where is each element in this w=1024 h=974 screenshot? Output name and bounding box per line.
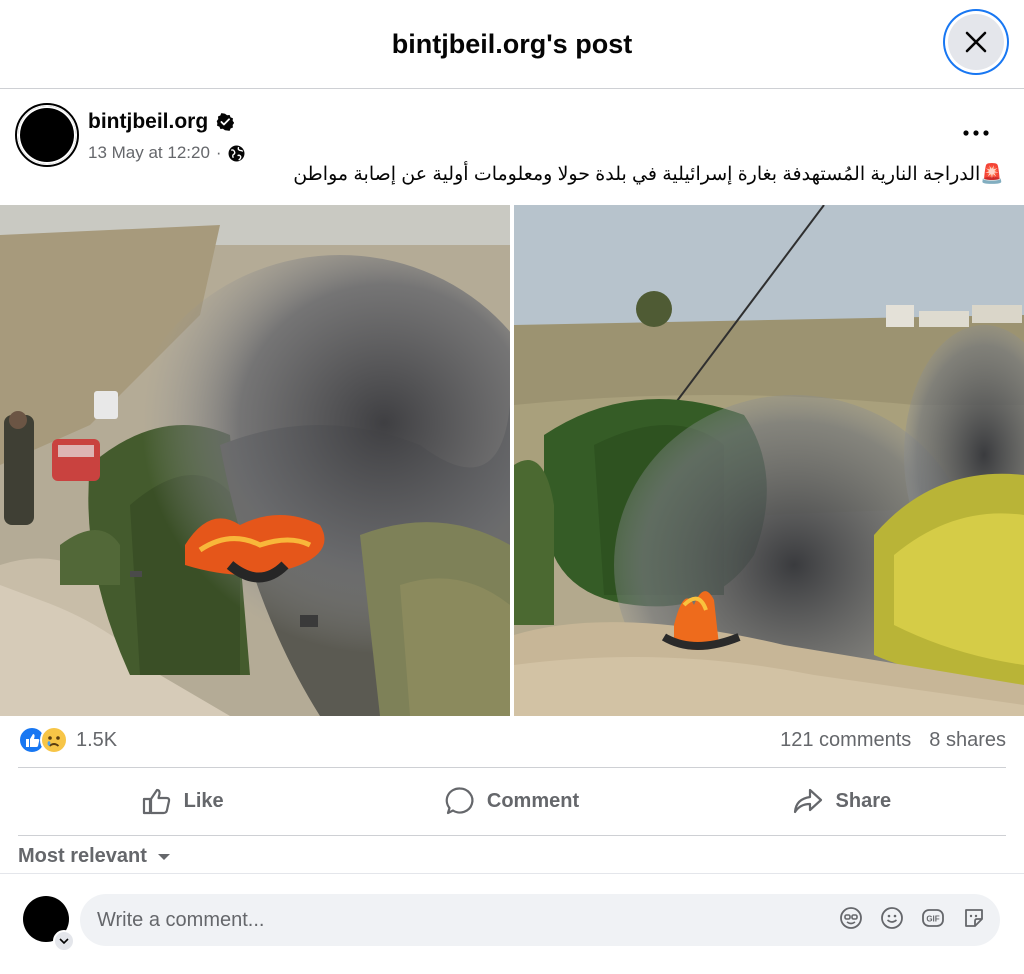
like-label: Like xyxy=(183,789,224,812)
sticker-face-icon[interactable] xyxy=(839,906,863,930)
svg-text:GIF: GIF xyxy=(926,915,939,924)
photo-right-image xyxy=(514,205,1024,716)
shares-count[interactable]: 8 shares xyxy=(929,729,1006,752)
sticker-icon[interactable] xyxy=(962,906,986,930)
gif-icon[interactable]: GIF xyxy=(921,906,945,930)
meta-separator: · xyxy=(215,143,222,162)
comments-count[interactable]: 121 comments xyxy=(780,729,911,752)
comment-composer: GIF xyxy=(0,873,1024,974)
reactions-count: 1.5K xyxy=(76,728,118,751)
siren-emoji: 🚨 xyxy=(980,164,1004,185)
stats-divider xyxy=(18,767,1006,768)
action-bar: Like Comment Share xyxy=(18,770,1006,832)
comment-icon xyxy=(445,787,474,815)
profile-switch-chevron[interactable] xyxy=(53,930,75,952)
photo-grid xyxy=(0,205,1024,716)
like-icon xyxy=(142,788,170,815)
photo-left[interactable] xyxy=(0,205,510,716)
dialog-header: bintjbeil.org's post xyxy=(0,0,1024,89)
author-row: bintjbeil.org xyxy=(88,110,235,134)
sort-label: Most relevant xyxy=(18,845,147,867)
photo-right[interactable] xyxy=(514,205,1024,716)
post-text-body: الدراجة النارية المُستهدفة بغارة إسرائيل… xyxy=(293,164,981,185)
dialog-title: bintjbeil.org's post xyxy=(391,28,633,59)
photo-left-image xyxy=(0,205,510,716)
composer-tools: GIF xyxy=(839,906,986,930)
globe-icon xyxy=(228,145,245,161)
actions-divider xyxy=(18,835,1006,836)
engagement-counts: 121 comments 8 shares xyxy=(780,729,1006,752)
post-timestamp[interactable]: 13 May at 12:20 xyxy=(88,143,210,163)
share-button[interactable]: Share xyxy=(677,770,1006,832)
post-options-button[interactable] xyxy=(956,118,996,148)
comment-sort-dropdown[interactable]: Most relevant xyxy=(18,845,171,868)
sad-reaction-icon xyxy=(40,726,68,754)
more-icon xyxy=(963,130,989,136)
caret-down-icon xyxy=(157,853,170,860)
post-text: 🚨الدراجة النارية المُستهدفة بغارة إسرائي… xyxy=(14,162,1004,186)
chevron-down-icon xyxy=(59,938,69,944)
comment-label: Comment xyxy=(486,789,580,812)
verified-badge-icon xyxy=(216,113,235,131)
author-name[interactable]: bintjbeil.org xyxy=(88,110,208,134)
close-button[interactable] xyxy=(948,14,1004,70)
emoji-icon[interactable] xyxy=(880,906,904,930)
post-stats: 1.5K 121 comments 8 shares xyxy=(18,726,1006,760)
author-avatar[interactable] xyxy=(15,103,79,167)
comment-button[interactable]: Comment xyxy=(347,770,676,832)
post-header: bintjbeil.org 13 May at 12:20 · xyxy=(15,103,1006,167)
reactions-summary[interactable]: 1.5K xyxy=(18,726,117,754)
close-icon xyxy=(965,31,987,53)
like-button[interactable]: Like xyxy=(18,770,347,832)
post-meta: 13 May at 12:20 · xyxy=(88,143,245,163)
share-label: Share xyxy=(835,789,892,812)
share-icon xyxy=(793,788,822,814)
